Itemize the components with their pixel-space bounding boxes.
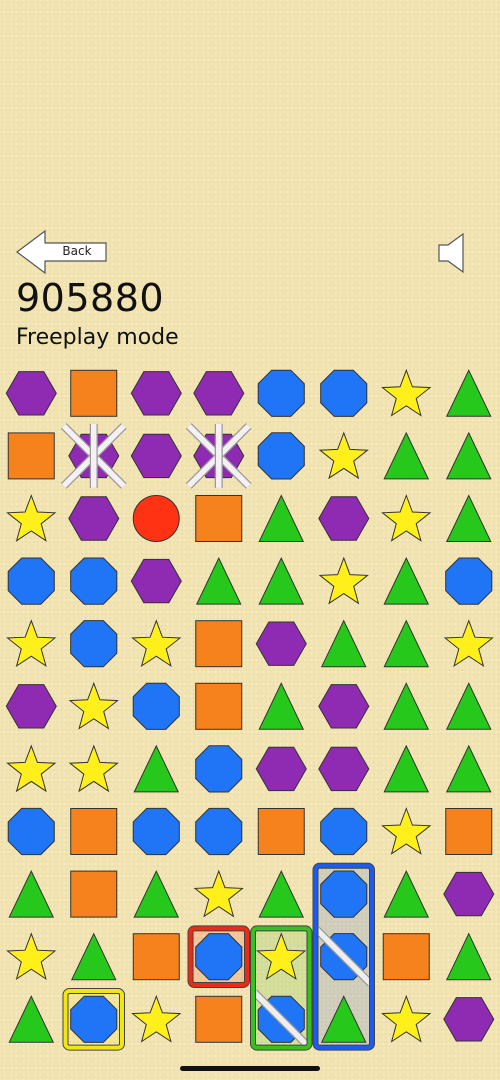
octagon-tile[interactable]	[70, 557, 118, 605]
game-board[interactable]	[0, 362, 500, 1058]
hexagon-tile[interactable]	[5, 371, 57, 416]
hexagon-tile[interactable]	[318, 496, 370, 541]
octagon-tile[interactable]	[132, 807, 180, 856]
back-button[interactable]: Back	[16, 230, 108, 274]
octagon-tile[interactable]	[7, 557, 55, 605]
octagon-tile[interactable]	[320, 369, 368, 417]
triangle-tile[interactable]	[258, 494, 305, 542]
triangle-tile[interactable]	[8, 869, 55, 918]
triangle-tile[interactable]	[383, 556, 430, 605]
star-tile[interactable]	[318, 556, 369, 605]
triangle-tile[interactable]	[445, 494, 492, 542]
hexagon-tile[interactable]	[5, 684, 57, 729]
star-tile[interactable]	[131, 994, 182, 1043]
triangle-tile[interactable]	[445, 369, 492, 417]
octagon-tile[interactable]	[320, 870, 368, 918]
square-tile[interactable]	[132, 933, 180, 981]
square-tile[interactable]	[195, 620, 243, 668]
square-tile[interactable]	[195, 682, 243, 730]
star-tile[interactable]	[318, 431, 369, 480]
square-tile[interactable]	[382, 933, 430, 981]
hexagon-tile[interactable]	[255, 746, 307, 792]
star-tile[interactable]	[6, 619, 57, 668]
triangle-tile[interactable]	[383, 619, 430, 668]
score-display: 905880	[16, 276, 165, 320]
octagon-tile[interactable]	[7, 807, 55, 856]
star-tile[interactable]	[381, 807, 432, 855]
sound-toggle-button[interactable]	[436, 232, 468, 274]
octagon-tile[interactable]	[70, 620, 118, 668]
triangle-tile[interactable]	[445, 682, 492, 730]
star-tile[interactable]	[6, 494, 57, 542]
star-tile[interactable]	[381, 994, 432, 1043]
triangle-tile[interactable]	[258, 682, 305, 730]
square-tile[interactable]	[70, 808, 118, 855]
square-tile[interactable]	[445, 808, 493, 855]
octagon-tile[interactable]	[320, 807, 368, 856]
back-button-label: Back	[62, 244, 92, 258]
square-tile[interactable]	[257, 808, 305, 855]
octagon-tile[interactable]	[195, 745, 243, 793]
hexagon-tile[interactable]	[443, 871, 495, 917]
star-tile[interactable]	[68, 681, 119, 730]
octagon-tile[interactable]	[70, 995, 118, 1043]
square-tile[interactable]	[70, 870, 118, 918]
star-tile[interactable]	[381, 494, 432, 542]
hexagon-tile[interactable]	[130, 433, 182, 479]
game-mode-label: Freeplay mode	[16, 325, 179, 350]
square-tile[interactable]	[7, 432, 55, 480]
star-tile[interactable]	[68, 744, 119, 793]
octagon-tile[interactable]	[445, 557, 493, 605]
star-tile[interactable]	[6, 932, 57, 981]
triangle-tile[interactable]	[445, 744, 492, 793]
star-tile[interactable]	[131, 619, 182, 668]
star-tile[interactable]	[193, 869, 244, 918]
triangle-tile[interactable]	[258, 869, 305, 918]
triangle-tile[interactable]	[320, 619, 367, 668]
octagon-tile[interactable]	[257, 369, 305, 417]
triangle-tile[interactable]	[133, 744, 180, 793]
triangle-tile[interactable]	[8, 995, 55, 1043]
triangle-tile[interactable]	[70, 932, 117, 981]
triangle-tile[interactable]	[258, 556, 305, 605]
square-tile[interactable]	[195, 995, 243, 1043]
triangle-tile[interactable]	[445, 932, 492, 981]
triangle-tile[interactable]	[383, 744, 430, 793]
triangle-tile[interactable]	[445, 431, 492, 480]
triangle-tile[interactable]	[195, 556, 242, 605]
hexagon-tile[interactable]	[193, 371, 245, 416]
star-tile[interactable]	[6, 744, 57, 793]
triangle-tile[interactable]	[383, 869, 430, 918]
circle-tile[interactable]	[132, 495, 180, 542]
hexagon-tile[interactable]	[443, 997, 495, 1042]
hexagon-tile[interactable]	[318, 746, 370, 792]
triangle-tile[interactable]	[383, 431, 430, 480]
speaker-muted-icon	[438, 232, 464, 274]
triangle-tile[interactable]	[383, 682, 430, 730]
hexagon-tile[interactable]	[255, 621, 307, 666]
hexagon-tile[interactable]	[130, 371, 182, 416]
octagon-tile[interactable]	[257, 432, 305, 480]
triangle-tile[interactable]	[133, 869, 180, 918]
hexagon-tile[interactable]	[68, 496, 120, 541]
star-tile[interactable]	[381, 368, 432, 417]
hexagon-tile[interactable]	[130, 558, 182, 604]
octagon-tile[interactable]	[195, 933, 243, 981]
home-indicator	[180, 1066, 320, 1071]
square-tile[interactable]	[70, 369, 118, 417]
star-tile[interactable]	[443, 619, 494, 668]
hexagon-tile[interactable]	[318, 684, 370, 729]
square-tile[interactable]	[195, 495, 243, 542]
octagon-tile[interactable]	[195, 807, 243, 856]
octagon-tile[interactable]	[132, 682, 180, 730]
